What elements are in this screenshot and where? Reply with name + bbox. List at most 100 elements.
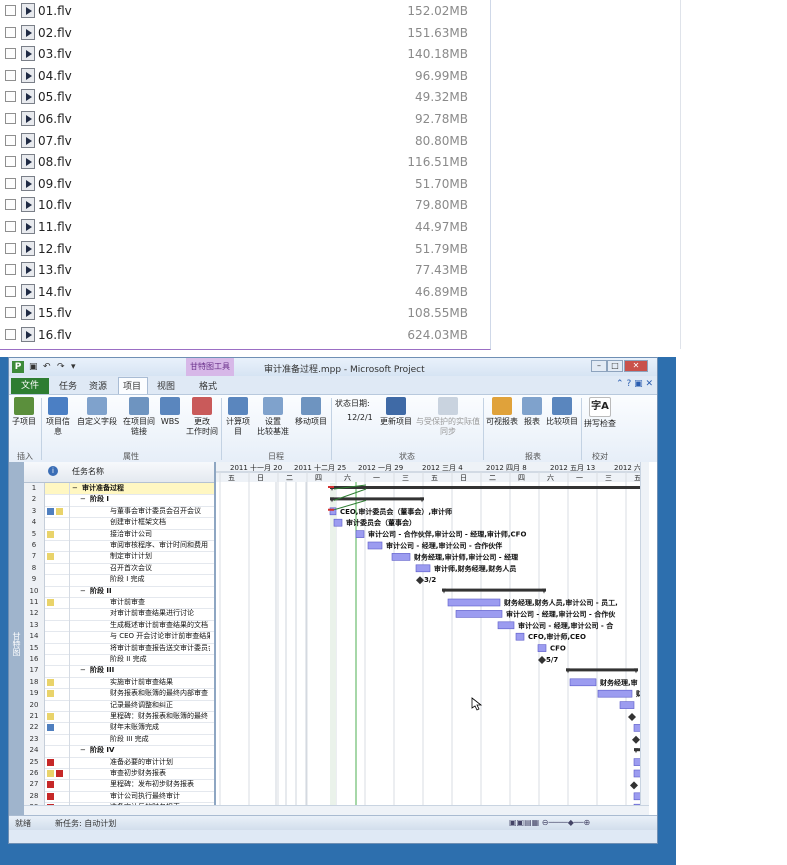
file-row[interactable]: 01.flv 152.02MB bbox=[0, 1, 490, 22]
task-name[interactable]: 审阅审核程序、审计时间和费用 bbox=[110, 540, 210, 551]
file-name[interactable]: 02.flv bbox=[38, 26, 72, 40]
project-app-icon[interactable]: P bbox=[12, 361, 24, 373]
task-indicator-icon[interactable] bbox=[47, 678, 54, 686]
file-checkbox[interactable] bbox=[5, 177, 16, 189]
row-number[interactable]: 19 bbox=[24, 688, 45, 700]
file-name[interactable]: 07.flv bbox=[38, 134, 72, 148]
task-name[interactable]: 阶段 II 完成 bbox=[110, 654, 210, 665]
tab-file[interactable]: 文件 bbox=[11, 378, 49, 394]
task-name[interactable]: 召开首次会议 bbox=[110, 563, 210, 574]
task-name[interactable]: 里程碑：发布初步财务报表 bbox=[110, 779, 210, 790]
task-name[interactable]: 记录最终调整和纠正 bbox=[110, 700, 210, 711]
file-name[interactable]: 03.flv bbox=[38, 47, 72, 61]
task-name[interactable]: 阶段 III 完成 bbox=[110, 734, 210, 745]
spelling-button[interactable]: 字A 拼写检查 bbox=[583, 397, 617, 429]
row-number[interactable]: 2 bbox=[24, 494, 45, 506]
task-indicator-icon[interactable] bbox=[47, 724, 54, 732]
task-name[interactable]: 将审计前审查报告送交审计委员会 bbox=[110, 643, 210, 654]
file-row[interactable]: 13.flv 77.43MB bbox=[0, 260, 490, 281]
task-name[interactable]: 准备必要的审计计划 bbox=[110, 757, 210, 768]
task-indicator-icon[interactable] bbox=[47, 507, 54, 515]
file-checkbox[interactable] bbox=[5, 156, 16, 168]
row-number[interactable]: 20 bbox=[24, 699, 45, 711]
row-number[interactable]: 17 bbox=[24, 665, 45, 677]
file-checkbox[interactable] bbox=[5, 329, 16, 340]
row-number[interactable]: 6 bbox=[24, 540, 45, 552]
collapse-icon[interactable]: − bbox=[80, 745, 86, 756]
file-row[interactable]: 16.flv 624.03MB bbox=[0, 325, 490, 346]
file-row[interactable]: 04.flv 96.99MB bbox=[0, 66, 490, 87]
row-number[interactable]: 15 bbox=[24, 642, 45, 654]
file-name[interactable]: 05.flv bbox=[38, 90, 72, 104]
file-checkbox[interactable] bbox=[5, 264, 16, 276]
row-number[interactable]: 18 bbox=[24, 676, 45, 689]
file-row[interactable]: 02.flv 151.63MB bbox=[0, 23, 490, 44]
minimize-button[interactable]: – bbox=[591, 360, 607, 372]
file-name[interactable]: 04.flv bbox=[38, 69, 72, 83]
file-row[interactable]: 03.flv 140.18MB bbox=[0, 44, 490, 65]
custom-fields-button[interactable]: 自定义字段 bbox=[77, 397, 117, 427]
file-checkbox[interactable] bbox=[5, 307, 16, 319]
task-name-column-header[interactable]: 任务名称 bbox=[72, 466, 104, 477]
view-shortcuts-icon[interactable]: ▣▣▤▦ ⊖────◆──⊕ bbox=[509, 818, 590, 827]
file-checkbox[interactable] bbox=[5, 48, 16, 60]
row-number[interactable]: 9 bbox=[24, 574, 45, 586]
file-name[interactable]: 13.flv bbox=[38, 263, 72, 277]
file-row[interactable]: 06.flv 92.78MB bbox=[0, 109, 490, 130]
row-number[interactable]: 25 bbox=[24, 756, 45, 768]
task-name[interactable]: 审计公司执行最终审计 bbox=[110, 791, 210, 802]
tab-resource[interactable]: 资源 bbox=[89, 379, 107, 392]
status-date-value[interactable]: 12/2/1 bbox=[347, 413, 373, 423]
task-indicator-icon[interactable] bbox=[56, 507, 63, 515]
file-name[interactable]: 09.flv bbox=[38, 177, 72, 191]
task-name[interactable]: 财年末账簿完成 bbox=[110, 722, 210, 733]
task-name[interactable]: 阶段 I bbox=[90, 494, 210, 505]
task-indicator-icon[interactable] bbox=[47, 758, 54, 766]
row-number[interactable]: 3 bbox=[24, 505, 45, 518]
row-number[interactable]: 11 bbox=[24, 597, 45, 609]
file-checkbox[interactable] bbox=[5, 69, 16, 81]
row-number[interactable]: 24 bbox=[24, 745, 45, 757]
task-indicator-icon[interactable] bbox=[56, 770, 63, 777]
undo-icon[interactable]: ↶ bbox=[43, 362, 51, 372]
tab-format[interactable]: 格式 bbox=[199, 379, 217, 392]
row-number[interactable]: 28 bbox=[24, 790, 45, 803]
file-row[interactable]: 12.flv 51.79MB bbox=[0, 239, 490, 260]
file-name[interactable]: 06.flv bbox=[38, 112, 72, 126]
row-number[interactable]: 14 bbox=[24, 631, 45, 643]
set-baseline-button[interactable]: 设置 比较基准 bbox=[257, 397, 289, 437]
task-name[interactable]: 里程碑：财务报表和账簿的最终 bbox=[110, 711, 210, 722]
row-number[interactable]: 16 bbox=[24, 654, 45, 666]
compare-projects-button[interactable]: 比较项目 bbox=[545, 397, 579, 427]
file-name[interactable]: 14.flv bbox=[38, 285, 72, 299]
file-checkbox[interactable] bbox=[5, 113, 16, 124]
task-name[interactable]: 接洽审计公司 bbox=[110, 529, 210, 540]
subproject-button[interactable]: 子项目 bbox=[11, 397, 37, 427]
customize-qat-icon[interactable]: ▾ bbox=[71, 362, 76, 372]
change-working-time-button[interactable]: 更改 工作时间 bbox=[185, 397, 219, 437]
task-indicator-icon[interactable] bbox=[47, 690, 54, 698]
row-number[interactable]: 7 bbox=[24, 551, 45, 563]
move-project-button[interactable]: 移动项目 bbox=[293, 397, 329, 427]
file-name[interactable]: 10.flv bbox=[38, 198, 72, 212]
task-name[interactable]: 审计准备过程 bbox=[82, 483, 210, 494]
update-project-button[interactable]: 更新项目 bbox=[379, 397, 413, 427]
file-row[interactable]: 15.flv 108.55MB bbox=[0, 303, 490, 324]
collapse-icon[interactable]: − bbox=[80, 586, 86, 597]
file-row[interactable]: 05.flv 49.32MB bbox=[0, 87, 490, 108]
task-name[interactable]: 对审计前审查结果进行讨论 bbox=[110, 608, 210, 619]
row-number[interactable]: 1 bbox=[24, 483, 45, 495]
file-checkbox[interactable] bbox=[5, 26, 16, 38]
save-icon[interactable]: ▣ bbox=[29, 362, 38, 372]
collapse-icon[interactable]: − bbox=[80, 494, 86, 505]
file-name[interactable]: 12.flv bbox=[38, 242, 72, 256]
tab-view[interactable]: 视图 bbox=[157, 379, 175, 392]
vertical-scrollbar[interactable] bbox=[640, 462, 649, 805]
calculate-project-button[interactable]: 计算项目 bbox=[223, 397, 253, 437]
help-icon[interactable]: ⌃ ? ▣ ✕ bbox=[616, 379, 653, 389]
file-name[interactable]: 08.flv bbox=[38, 155, 72, 169]
redo-icon[interactable]: ↷ bbox=[57, 362, 65, 372]
task-indicator-icon[interactable] bbox=[47, 781, 54, 789]
links-between-projects-button[interactable]: 在项目间 链接 bbox=[121, 397, 157, 437]
collapse-icon[interactable]: − bbox=[72, 483, 78, 494]
